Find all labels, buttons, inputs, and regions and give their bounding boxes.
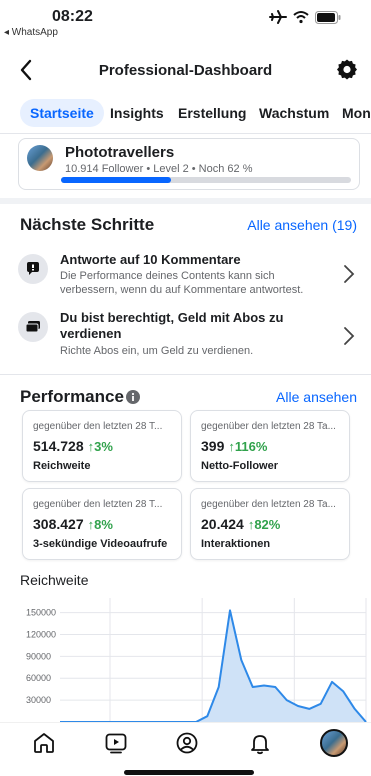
next-steps-title: Nächste Schritte <box>20 215 155 234</box>
page-title: Professional-Dashboard <box>98 62 273 79</box>
metric-card-reach[interactable]: gegenüber den letzten 28 T... 514.728 ↑3%… <box>22 410 182 482</box>
wifi-icon <box>293 11 309 24</box>
metric-card-interactions[interactable]: gegenüber den letzten 28 Ta... 20.424 ↑82… <box>190 488 350 560</box>
metric-card-video-views[interactable]: gegenüber den letzten 28 T... 308.427 ↑8%… <box>22 488 182 560</box>
bell-icon[interactable] <box>248 731 272 755</box>
metric-value: 308.427 <box>33 516 84 532</box>
metric-comparison: gegenüber den letzten 28 Ta... <box>201 421 336 432</box>
battery-icon <box>315 10 341 24</box>
profile-name: Phototravellers <box>65 144 175 161</box>
next-steps-see-all-link[interactable]: Alle ansehen (19) <box>247 217 357 233</box>
metric-value-wrap: 308.427 ↑8% <box>33 516 113 532</box>
reach-area <box>60 610 366 722</box>
comment-icon <box>18 254 48 284</box>
y-tick-label: 30000 <box>26 695 51 705</box>
tabs-divider <box>0 133 371 134</box>
metric-comparison: gegenüber den letzten 28 T... <box>33 421 163 432</box>
profile-card[interactable]: Phototravellers 10.914 Follower • Level … <box>18 138 360 190</box>
tab-erstellung[interactable]: Erstellung <box>178 99 246 127</box>
status-bar: 08:22 ◂ WhatsApp <box>0 0 371 44</box>
metric-delta: ↑8% <box>87 517 113 532</box>
info-icon[interactable] <box>126 390 140 404</box>
step-title: Du bist berechtigt, Geld mit Abos zu ver… <box>60 310 284 341</box>
metric-value-wrap: 399 ↑116% <box>201 438 267 454</box>
gear-icon[interactable] <box>335 58 359 82</box>
bottom-nav <box>0 722 371 762</box>
performance-see-all-link[interactable]: Alle ansehen <box>276 389 357 405</box>
metric-card-net-followers[interactable]: gegenüber den letzten 28 Ta... 399 ↑116% … <box>190 410 350 482</box>
step-description: Die Performance deines Contents kann sic… <box>60 270 304 296</box>
metric-delta: ↑82% <box>247 517 281 532</box>
section-divider <box>0 198 371 204</box>
metric-value: 399 <box>201 438 225 454</box>
home-icon[interactable] <box>32 731 56 755</box>
home-indicator <box>124 770 254 775</box>
step-title: Antworte auf 10 Kommentare <box>60 252 241 267</box>
nav-bar: Professional-Dashboard <box>0 52 371 88</box>
step-item-comments[interactable]: Antworte auf 10 Kommentare Die Performan… <box>18 252 360 300</box>
metric-comparison: gegenüber den letzten 28 Ta... <box>201 499 336 510</box>
back-to-app-link[interactable]: ◂ WhatsApp <box>4 27 58 38</box>
metric-value: 514.728 <box>33 438 84 454</box>
y-tick-label: 60000 <box>26 673 51 683</box>
y-tick-label: 120000 <box>26 629 56 639</box>
metric-comparison: gegenüber den letzten 28 T... <box>33 499 163 510</box>
level-progress-fill <box>61 177 172 183</box>
reach-chart[interactable]: 150000 120000 90000 60000 30000 <box>0 594 371 722</box>
metric-label: Reichweite <box>33 460 91 472</box>
step-description: Richte Abos ein, um Geld zu verdienen. <box>60 345 254 357</box>
profile-icon[interactable] <box>175 731 199 755</box>
level-progress-bar <box>61 177 351 183</box>
step-item-subscriptions[interactable]: Du bist berechtigt, Geld mit Abos zu ver… <box>18 310 360 360</box>
section-divider <box>0 374 371 375</box>
tab-insights[interactable]: Insights <box>110 99 164 127</box>
avatar <box>27 145 53 171</box>
tab-startseite[interactable]: Startseite <box>20 99 104 127</box>
metric-value-wrap: 20.424 ↑82% <box>201 516 280 532</box>
tab-monetarisierung[interactable]: Mon <box>342 99 371 127</box>
video-icon[interactable] <box>104 731 128 755</box>
chevron-right-icon <box>344 327 355 345</box>
metric-value: 20.424 <box>201 516 244 532</box>
metric-delta: ↑116% <box>228 439 268 454</box>
y-tick-label: 150000 <box>26 608 56 618</box>
status-icons <box>269 10 341 24</box>
chart-title: Reichweite <box>20 572 89 588</box>
metric-delta: ↑3% <box>87 439 113 454</box>
chevron-right-icon <box>344 265 355 283</box>
cards-icon <box>18 312 48 342</box>
performance-title: Performance <box>20 387 124 406</box>
y-tick-label: 90000 <box>26 651 51 661</box>
profile-meta: 10.914 Follower • Level 2 • Noch 62 % <box>65 163 253 175</box>
avatar-icon[interactable] <box>320 729 348 757</box>
tab-bar: Startseite Insights Erstellung Wachstum … <box>0 96 371 132</box>
status-time: 08:22 <box>52 8 93 25</box>
airplane-icon <box>269 10 287 24</box>
metric-label: Netto-Follower <box>201 460 278 472</box>
tab-wachstum[interactable]: Wachstum <box>259 99 329 127</box>
metric-value-wrap: 514.728 ↑3% <box>33 438 113 454</box>
metric-label: 3-sekündige Videoaufrufe <box>33 538 168 550</box>
metric-label: Interaktionen <box>201 538 271 550</box>
